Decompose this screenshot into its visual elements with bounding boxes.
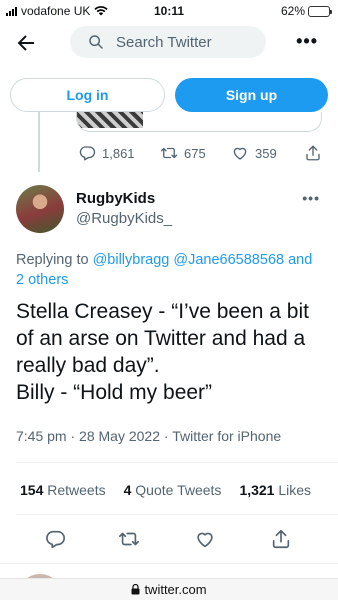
avatar[interactable]	[16, 185, 64, 233]
tweet-date[interactable]: 28 May 2022	[79, 428, 160, 444]
battery-percent: 62%	[280, 4, 305, 18]
replying-prefix: Replying to	[16, 252, 89, 268]
replying-mentions[interactable]: @billybragg @Jane66588568	[93, 252, 285, 268]
media-thumbnail	[77, 112, 143, 128]
retweet-icon	[160, 147, 178, 159]
divider	[16, 514, 338, 515]
thread-line	[38, 112, 40, 172]
tweet-more-icon[interactable]: •••	[302, 190, 320, 206]
share-icon	[306, 145, 320, 161]
reply-icon[interactable]	[44, 528, 66, 550]
quotes-count: 4	[123, 482, 132, 498]
divider	[16, 462, 338, 463]
retweets-count: 154	[20, 482, 44, 498]
reply-icon	[79, 146, 96, 161]
retweets-label: Retweets	[47, 482, 106, 498]
login-button[interactable]: Log in	[10, 78, 165, 112]
previous-reply-action[interactable]: 1,861	[78, 144, 135, 162]
divider	[0, 563, 338, 564]
previous-retweet-action[interactable]: 675	[160, 144, 206, 162]
replying-others[interactable]: 2 others	[16, 272, 68, 288]
like-count: 359	[255, 145, 277, 161]
display-name[interactable]: RugbyKids	[76, 190, 155, 207]
heart-icon[interactable]	[194, 528, 216, 550]
reply-count: 1,861	[102, 145, 135, 161]
more-options-icon[interactable]: •••	[296, 32, 318, 50]
retweet-icon[interactable]	[118, 528, 140, 550]
browser-url-bar[interactable]: twitter.com	[0, 578, 338, 600]
tweet-meta: 7:45 pm · 28 May 2022 · Twitter for iPho…	[16, 428, 282, 444]
user-handle[interactable]: @RugbyKids_	[76, 210, 172, 227]
previous-share-action[interactable]	[304, 144, 322, 162]
replying-and[interactable]: and	[288, 252, 312, 268]
share-icon[interactable]	[270, 528, 292, 550]
quotes-label: Quote Tweets	[135, 482, 222, 498]
search-input[interactable]: Search Twitter	[70, 26, 266, 58]
likes-stat[interactable]: 1,321 Likes	[239, 482, 311, 498]
likes-label: Likes	[278, 482, 312, 498]
likes-count: 1,321	[239, 482, 275, 498]
tweet-stats: 154 Retweets 4 Quote Tweets 1,321 Likes	[20, 482, 311, 498]
top-nav: Search Twitter •••	[0, 24, 338, 62]
search-placeholder: Search Twitter	[116, 33, 212, 51]
replying-to: Replying to @billybragg @Jane66588568 an…	[16, 250, 322, 290]
previous-tweet-actions: 1,861 675 359	[76, 144, 326, 166]
quote-tweets-stat[interactable]: 4 Quote Tweets	[124, 482, 222, 498]
tweet-actions	[0, 528, 338, 550]
retweet-count: 675	[184, 145, 206, 161]
tweet-time[interactable]: 7:45 pm	[16, 428, 67, 444]
status-bar: vodafone UK 10:11 62%	[0, 0, 338, 22]
search-icon	[89, 35, 103, 49]
previous-like-action[interactable]: 359	[231, 144, 277, 162]
tweet-source[interactable]: Twitter for iPhone	[172, 428, 281, 444]
tweet-text: Stella Creasey - “I’ve been a bit of an …	[16, 300, 309, 404]
previous-media-card[interactable]	[76, 112, 322, 132]
battery-icon	[308, 5, 332, 17]
url-text: twitter.com	[144, 582, 207, 597]
retweets-stat[interactable]: 154 Retweets	[20, 482, 106, 498]
signup-button[interactable]: Sign up	[175, 78, 328, 112]
back-arrow-icon[interactable]	[14, 31, 38, 55]
heart-icon	[233, 147, 247, 160]
lock-icon	[131, 584, 140, 595]
auth-bar: Log in Sign up	[10, 78, 328, 112]
